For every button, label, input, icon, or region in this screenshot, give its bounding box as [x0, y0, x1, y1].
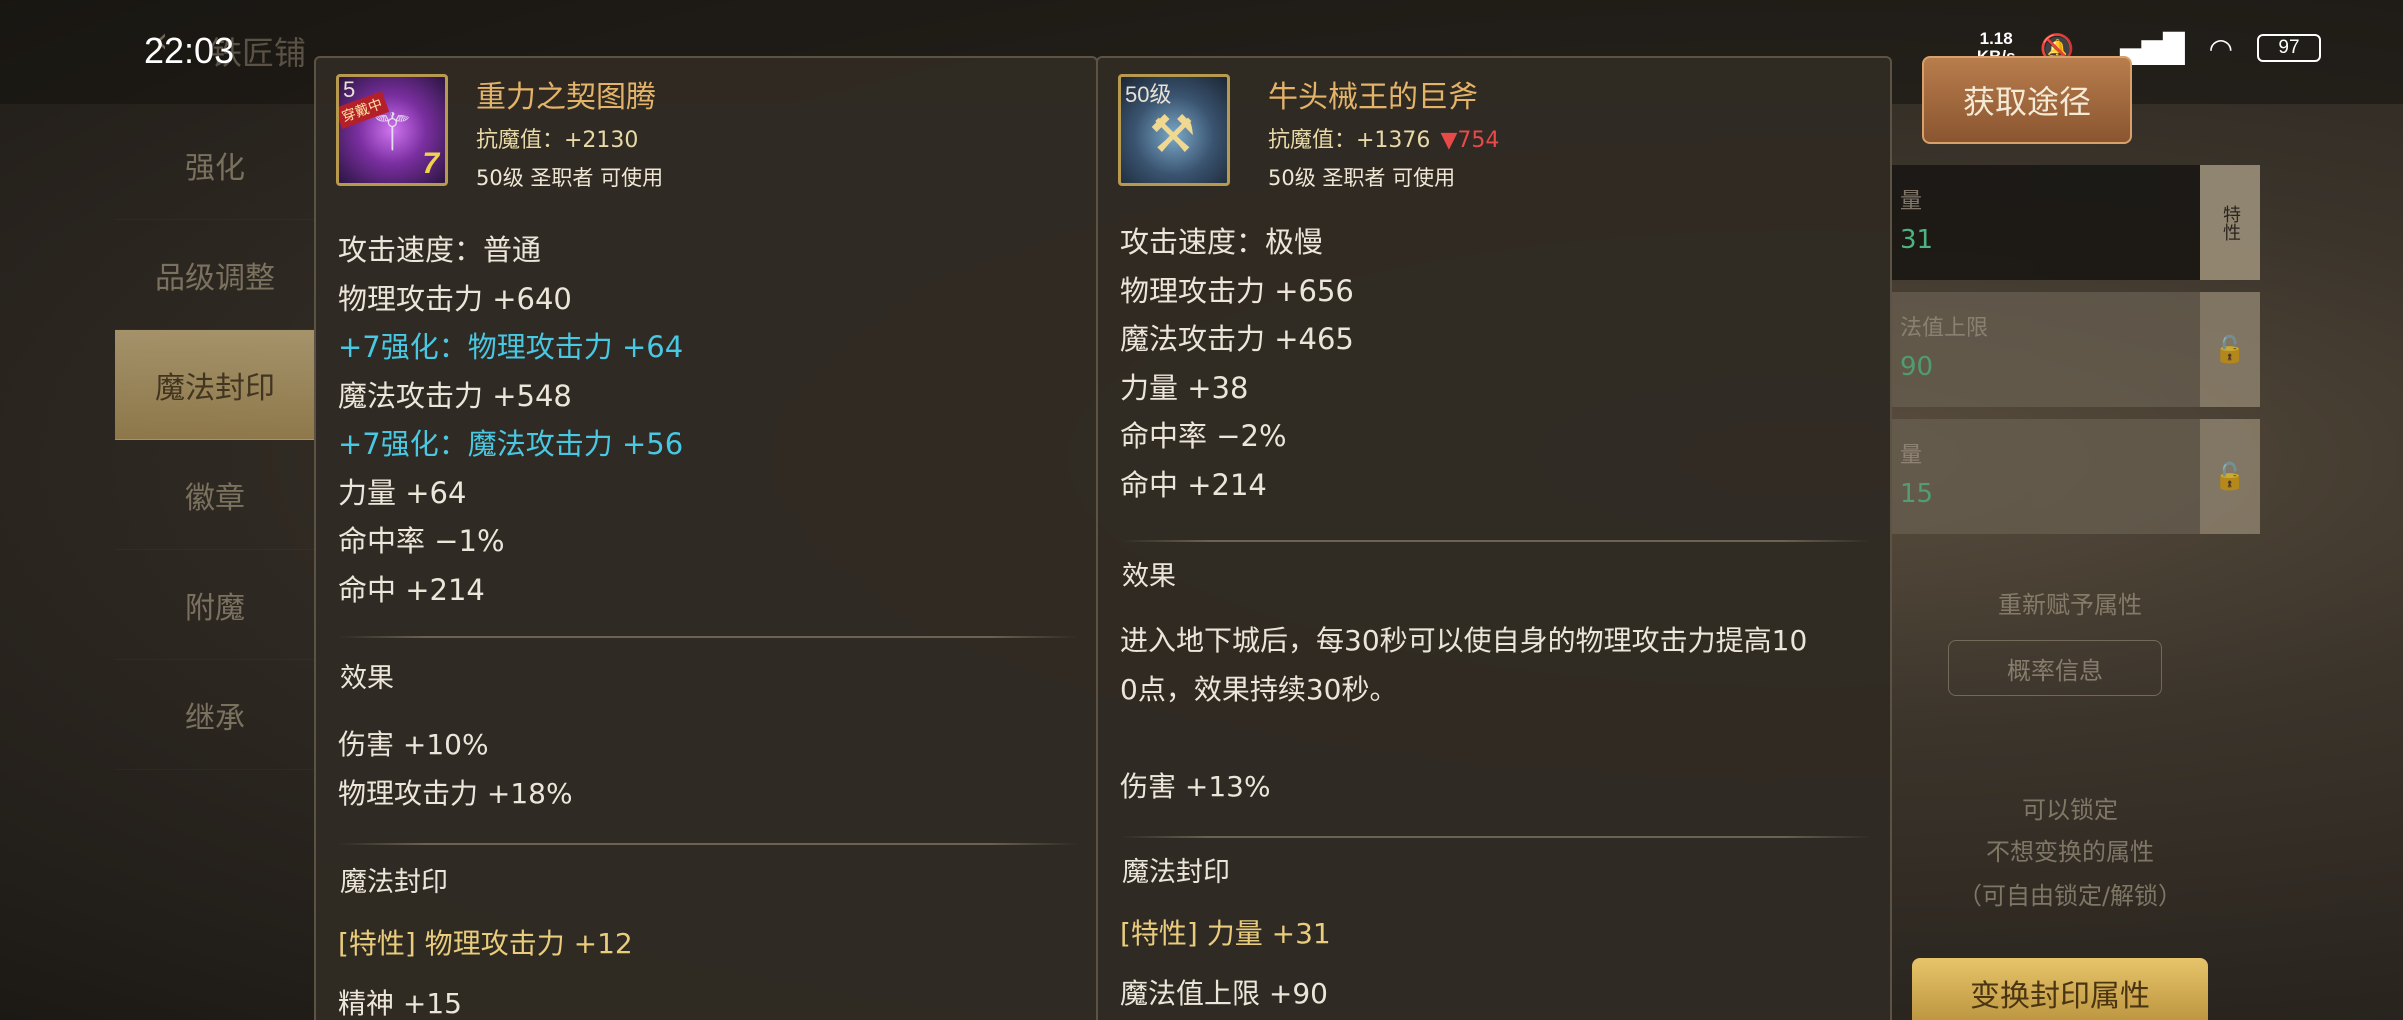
class-requirement: 50级 圣职者 可使用	[1268, 166, 1456, 190]
stat-line: 攻击速度：极慢	[1120, 225, 1324, 259]
item-name: 牛头械王的巨斧	[1268, 80, 1478, 115]
lock-icon[interactable]: 🔓	[2200, 292, 2260, 407]
stat-line: +7强化：魔法攻击力 +56	[338, 427, 684, 461]
stat-line: 攻击速度：普通	[338, 233, 542, 267]
effect-line: 伤害 +13%	[1120, 770, 1271, 803]
menu-item[interactable]: 附魔	[115, 550, 315, 660]
axe-icon: ⚒	[1149, 105, 1196, 165]
stat-line: 物理攻击力 +656	[1120, 273, 1354, 308]
seal-line: [特性] 物理攻击力 +12	[338, 927, 633, 960]
divider	[1120, 836, 1872, 838]
item-header: ⚚ 5 穿戴中 7 重力之契图腾 抗魔值：+2130 50级 圣职者 可使用	[316, 58, 1096, 208]
stat-line: 命中率 −2%	[1120, 419, 1287, 453]
stat-line: 魔法攻击力 +548	[338, 378, 572, 413]
effect-title: 效果	[340, 663, 394, 694]
menu-item[interactable]: 强化	[115, 110, 315, 220]
stat-list: 攻击速度：极慢 物理攻击力 +656 魔法攻击力 +465 力量 +38 命中率 −2%…	[1120, 218, 1860, 509]
reassign-label: 重新赋予属性	[1998, 591, 2142, 619]
seal-line: [特性] 力量 +31	[1120, 917, 1331, 950]
seal-line: 精神 +15	[338, 987, 462, 1020]
stat-line: 物理攻击力 +640	[338, 281, 572, 316]
class-requirement: 50级 圣职者 可使用	[476, 166, 664, 190]
stat-line: +7强化：物理攻击力 +64	[338, 330, 684, 364]
divider	[338, 843, 1078, 845]
equipped-item-tooltip: ⚚ 5 穿戴中 7 重力之契图腾 抗魔值：+2130 50级 圣职者 可使用 攻…	[314, 56, 1098, 1020]
effect-title: 效果	[1122, 561, 1176, 592]
stat-line: 命中率 −1%	[338, 524, 505, 558]
menu-item[interactable]: 继承	[115, 660, 315, 770]
lock-hint-3: （可自由锁定/解锁）	[1957, 882, 2183, 910]
get-source-button[interactable]: 获取途径	[1922, 56, 2132, 144]
stat-line: 力量 +64	[338, 475, 467, 510]
stat-list: 攻击速度：普通 物理攻击力 +640 +7强化：物理攻击力 +64 魔法攻击力 +54…	[338, 226, 1078, 614]
wifi-icon: ◠	[2208, 31, 2233, 65]
stat-line: 魔法攻击力 +465	[1120, 322, 1354, 356]
seal-row[interactable]: 量 15 🔓	[1890, 419, 2260, 534]
lock-icon[interactable]: 🔓	[2200, 419, 2260, 534]
compared-item-tooltip: ⚒ 50级 牛头械王的巨斧 抗魔值：+1376 ▼754 50级 圣职者 可使用 …	[1096, 56, 1892, 1020]
menu-item[interactable]: 魔法封印	[115, 330, 315, 440]
effect-line: 伤害 +10%	[338, 728, 489, 761]
menu-item[interactable]: 徽章	[115, 440, 315, 550]
item-header: ⚒ 50级 牛头械王的巨斧 抗魔值：+1376 ▼754 50级 圣职者 可使用	[1098, 58, 1890, 208]
enhance-level: 7	[422, 147, 439, 180]
divider	[1120, 540, 1872, 542]
item-icon[interactable]: ⚒ 50级	[1118, 74, 1230, 186]
item-icon[interactable]: ⚚ 5 穿戴中 7	[336, 74, 448, 186]
effect-description: 进入地下城后，每30秒可以使自身的物理攻击力提高10 0点，效果持续30秒。	[1120, 624, 1808, 706]
item-name: 重力之契图腾	[476, 80, 656, 115]
resist-diff: ▼754	[1440, 128, 1500, 153]
icon-level: 5	[343, 77, 356, 102]
seal-line: 魔法值上限 +90	[1120, 977, 1328, 1010]
stat-line: 力量 +38	[1120, 370, 1249, 405]
trait-tag: 特性	[2200, 165, 2260, 280]
resist-value: 抗魔值：+2130	[476, 128, 639, 153]
seal-attribute-panel: 量 31 特性 法值上限 90 🔓 量 15 🔓	[1890, 165, 2260, 546]
lock-hint-1: 可以锁定	[2022, 796, 2118, 824]
probability-info-button[interactable]: 概率信息	[1948, 640, 2162, 696]
status-time: 22:03	[144, 30, 235, 71]
divider	[338, 636, 1078, 638]
stat-line: 命中 +214	[338, 572, 485, 607]
change-seal-button[interactable]: 变换封印属性	[1912, 958, 2208, 1020]
stat-line: 命中 +214	[1120, 467, 1267, 502]
menu-item[interactable]: 品级调整	[115, 220, 315, 330]
seal-row[interactable]: 法值上限 90 🔓	[1890, 292, 2260, 407]
lock-hint-2: 不想变换的属性	[1986, 838, 2154, 866]
seal-title: 魔法封印	[1122, 857, 1230, 888]
battery-icon: 97	[2257, 34, 2321, 62]
resist-value: 抗魔值：+1376 ▼754	[1268, 128, 1500, 153]
effect-line: 物理攻击力 +18%	[338, 777, 573, 810]
seal-row[interactable]: 量 31 特性	[1890, 165, 2260, 280]
left-menu: 强化 品级调整 魔法封印 徽章 附魔 继承	[115, 110, 315, 770]
seal-title: 魔法封印	[340, 867, 448, 898]
icon-level: 50级	[1125, 82, 1172, 107]
